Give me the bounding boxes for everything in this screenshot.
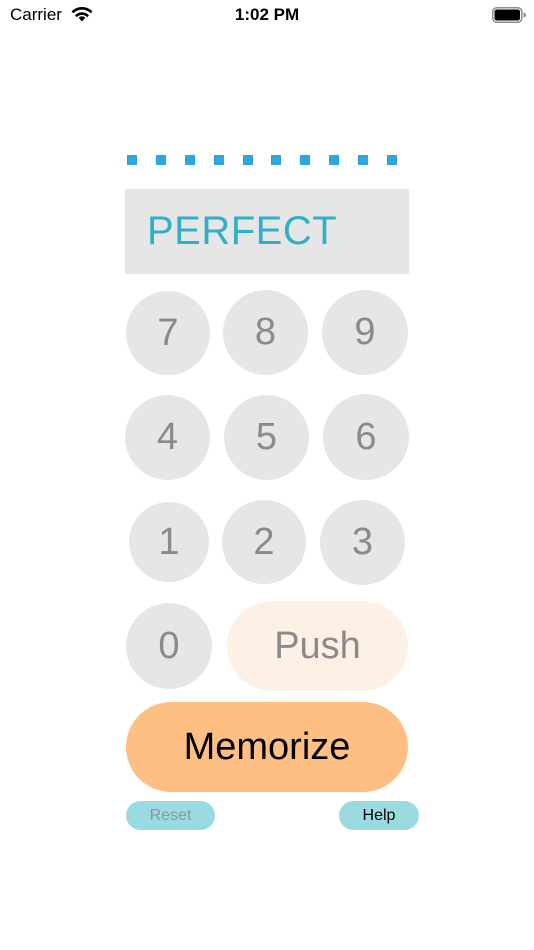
result-display: PERFECT	[125, 189, 409, 274]
key-2[interactable]: 2	[222, 500, 306, 584]
help-button[interactable]: Help	[339, 801, 419, 830]
key-7[interactable]: 7	[126, 291, 210, 375]
progress-dot	[155, 155, 166, 165]
app-screen: Carrier 1:02 PM PERFECT 7 8 9 4 5 6 1 2 …	[0, 0, 534, 950]
result-text: PERFECT	[147, 209, 338, 253]
status-time: 1:02 PM	[234, 5, 300, 24]
progress-dot	[329, 155, 340, 165]
reset-button[interactable]: Reset	[126, 801, 215, 830]
memorize-button[interactable]: Memorize	[126, 702, 408, 792]
status-bar: Carrier 1:02 PM	[0, 0, 534, 30]
key-8[interactable]: 8	[223, 290, 308, 375]
progress-dot	[184, 155, 195, 165]
progress-dot	[358, 155, 368, 165]
push-button[interactable]: Push	[227, 601, 408, 691]
key-5[interactable]: 5	[224, 395, 309, 480]
key-6[interactable]: 6	[323, 394, 409, 480]
key-0[interactable]: 0	[126, 603, 212, 689]
progress-dot	[271, 155, 282, 165]
progress-dots	[127, 155, 397, 165]
progress-dot	[242, 155, 253, 165]
progress-dot	[127, 155, 137, 165]
battery-icon	[492, 7, 526, 23]
progress-dot	[300, 155, 311, 165]
progress-dot	[213, 155, 224, 165]
key-4[interactable]: 4	[125, 395, 210, 480]
key-1[interactable]: 1	[129, 502, 209, 582]
key-9[interactable]: 9	[322, 290, 408, 375]
progress-dot	[386, 155, 397, 165]
key-3[interactable]: 3	[320, 500, 405, 585]
